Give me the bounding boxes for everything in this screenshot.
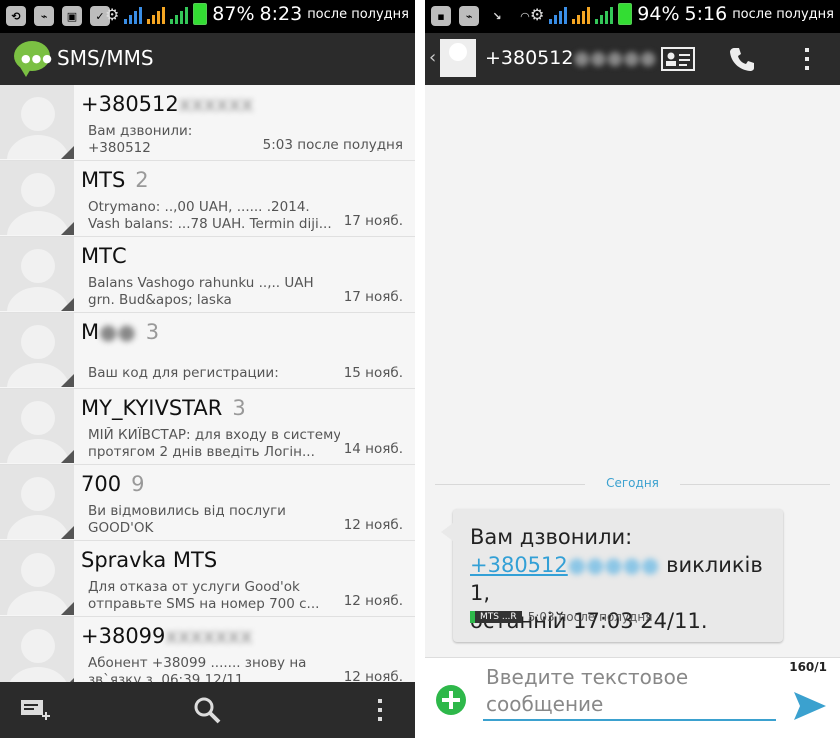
app-action-bar: ●●● SMS/MMS [0, 33, 415, 85]
conversation-preview: Абонент +38099 ....... знову на зв`язку … [88, 655, 307, 682]
signal-strength-icon-2 [147, 4, 166, 24]
status-bar: ⟲ ⌁ ▣ ✓ ⚙ 87% 8:23 после полудня [0, 0, 415, 33]
contact-avatar[interactable] [0, 541, 74, 615]
attach-plus-icon[interactable] [435, 684, 467, 716]
contact-avatar[interactable] [0, 389, 74, 463]
date-separator: Сегодня [435, 476, 830, 490]
conversation-item[interactable]: M●● 3 Ваш код для регистрации: 15 нояб. [0, 313, 415, 389]
conversation-preview: МІЙ КИЇВСТАР: для входу в систему протяг… [88, 427, 340, 460]
conversation-name: MY_KYIVSTAR 3 [81, 396, 246, 420]
conversation-date: 17 нояб. [343, 213, 403, 229]
redacted-number: ●●●●● [573, 47, 657, 69]
back-icon[interactable]: ‹ [429, 47, 436, 68]
missed-call-icon: ↘ [492, 9, 502, 23]
overflow-menu-icon[interactable] [797, 46, 817, 72]
conversation-date: 12 нояб. [343, 669, 403, 682]
phone-call-icon[interactable] [728, 46, 756, 72]
clock-time: 5:16 [684, 3, 728, 25]
message-meta: MTS ...R 5:03 после полудня [470, 610, 652, 624]
phone-settings-icon: ⚙ [104, 5, 120, 24]
conversation-item[interactable]: MY_KYIVSTAR 3 МІЙ КИЇВСТАР: для входу в с… [0, 389, 415, 465]
contact-number: +380512●●●●● [485, 47, 657, 69]
clock-ampm: после полудня [732, 6, 834, 22]
conversation-date: 17 нояб. [343, 289, 403, 305]
new-message-icon[interactable] [19, 696, 51, 724]
battery-icon [193, 3, 208, 25]
contact-avatar[interactable] [0, 617, 74, 682]
conversation-name: МТС [81, 244, 127, 268]
conversation-name: Spravka MTS [81, 548, 218, 572]
sim-badge: MTS ...R [470, 611, 522, 623]
conversation-item[interactable]: +38099xxxxxxx Абонент +38099 ....... зно… [0, 617, 415, 682]
send-icon[interactable] [792, 690, 828, 722]
overflow-menu-icon[interactable] [364, 696, 396, 724]
conversation-preview: Для отказа от услуги Good'ok отправьте S… [88, 579, 320, 612]
conversation-name: +380512xxxxxx [81, 92, 254, 116]
compose-bar: 160/1 [425, 657, 840, 738]
conversation-item[interactable]: 700 9 Ви відмовились від послуги GOOD'OK … [0, 465, 415, 541]
message-time: 5:03 после полудня [527, 610, 653, 624]
message-count: 9 [131, 472, 145, 496]
status-bar: ▪ ⌁ ↘ ◠ ⚙ 94% 5:16 после полудня [425, 0, 840, 33]
signal-strength-icon [124, 4, 143, 24]
contact-avatar[interactable] [0, 237, 74, 311]
conversation-preview: Ваш код для регистрации: [88, 365, 279, 381]
conversation-item[interactable]: МТС Balans Vashogo rahunku ..,.. UAH grn… [0, 237, 415, 313]
redacted-number: xxxxxxx [165, 624, 253, 648]
conversation-date: 12 нояб. [343, 517, 403, 533]
conversation-name: 700 9 [81, 472, 145, 496]
message-count: 3 [145, 320, 160, 344]
signal-strength-icon-2 [572, 4, 591, 24]
contact-avatar[interactable] [0, 85, 74, 159]
conversation-name: M●● 3 [81, 320, 160, 344]
conversation-item[interactable]: MTS 2 Otrymano: ..,00 UAH, ...... .2014. … [0, 161, 415, 237]
conversation-list-screen: ⟲ ⌁ ▣ ✓ ⚙ 87% 8:23 после полудня ●●● SMS… [0, 0, 415, 738]
conversation-item[interactable]: Spravka MTS Для отказа от услуги Good'ok… [0, 541, 415, 617]
screenshot-icon: ▪ [431, 6, 451, 26]
gallery-icon: ▣ [62, 6, 82, 26]
phone-settings-icon: ⚙ [529, 5, 545, 24]
conversation-item[interactable]: +380512xxxxxx Вам дзвонили: +380512 5:03… [0, 85, 415, 161]
thread-action-bar: ‹ +380512●●●●● [425, 33, 840, 85]
clock-time: 8:23 [259, 3, 303, 25]
signal-strength-icon [549, 4, 568, 24]
contact-card-icon[interactable] [661, 46, 695, 72]
conversation-preview: Balans Vashogo rahunku ..,.. UAH grn. Bu… [88, 275, 314, 308]
contact-avatar[interactable] [440, 39, 476, 77]
battery-percent: 94% [637, 3, 680, 25]
redacted-number: ●●●●● [567, 553, 660, 577]
conversation-date: 12 нояб. [343, 593, 403, 609]
conversation-date: 14 нояб. [343, 441, 403, 457]
message-count: 2 [135, 168, 149, 192]
contact-avatar[interactable] [0, 313, 74, 387]
search-icon[interactable] [192, 696, 224, 724]
conversation-name: +38099xxxxxxx [81, 624, 253, 648]
message-count: 3 [232, 396, 246, 420]
message-bubble[interactable]: Вам дзвонили: +380512●●●●● викликів 1, ост… [441, 509, 783, 642]
messaging-app-icon[interactable]: ●●● [14, 41, 52, 77]
signal-strength-icon-3 [170, 4, 189, 24]
usb-icon: ⌁ [459, 6, 479, 26]
battery-percent: 87% [212, 3, 255, 25]
contact-avatar[interactable] [0, 465, 74, 539]
message-thread-screen: ▪ ⌁ ↘ ◠ ⚙ 94% 5:16 после полудня ‹ +3805… [425, 0, 840, 738]
conversation-date: 5:03 после полудня [262, 137, 403, 153]
conversation-name: MTS 2 [81, 168, 149, 192]
conversation-preview: Otrymano: ..,00 UAH, ...... .2014. Vash … [88, 199, 332, 232]
sync-icon: ⟲ [6, 6, 26, 26]
message-input[interactable] [483, 664, 776, 721]
bottom-toolbar [0, 682, 415, 738]
conversation-preview: Ви відмовились від послуги GOOD'OK [88, 503, 286, 536]
contact-avatar[interactable] [0, 161, 74, 235]
phone-number-link[interactable]: +380512 [470, 553, 568, 577]
usb-icon: ⌁ [34, 6, 54, 26]
conversation-date: 15 нояб. [343, 365, 403, 381]
redacted-number: xxxxxx [178, 92, 254, 116]
character-counter: 160/1 [789, 660, 827, 674]
conversation-list[interactable]: +380512xxxxxx Вам дзвонили: +380512 5:03… [0, 85, 415, 682]
clock-ampm: после полудня [307, 6, 409, 22]
signal-strength-icon-3 [595, 4, 614, 24]
app-title: SMS/MMS [57, 46, 154, 70]
battery-icon [618, 3, 633, 25]
